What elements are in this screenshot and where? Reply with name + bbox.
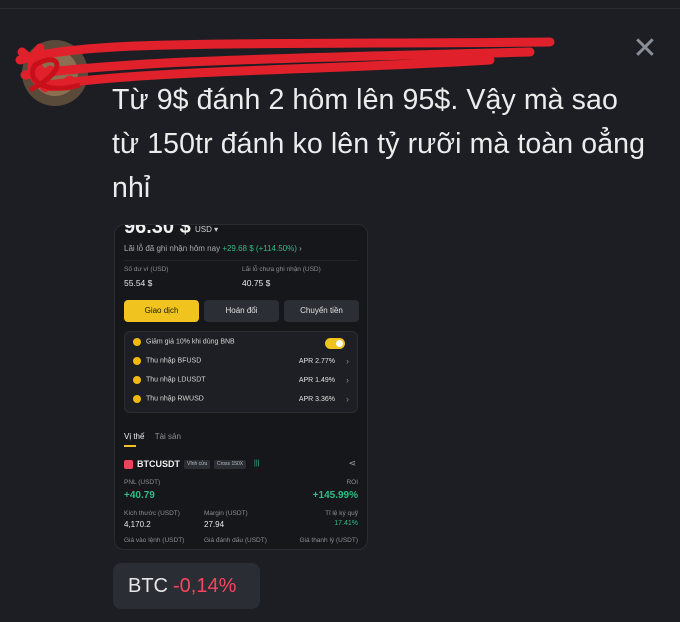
divider xyxy=(124,260,358,261)
bars-icon: ||| xyxy=(254,460,260,467)
margin-ratio-label: Tỉ lệ ký quỹ xyxy=(325,510,358,517)
roi-value: +145.99% xyxy=(312,490,358,501)
wallet-balance-value: 55.54 $ xyxy=(124,278,153,288)
trade-button[interactable]: Giao dịch xyxy=(124,300,199,322)
bnb-discount-toggle[interactable] xyxy=(325,338,345,349)
row-label: Giảm giá 10% khi dùng BNB xyxy=(146,338,235,346)
post-line-3: nhỉ xyxy=(112,172,151,204)
share-icon[interactable]: ⋖ xyxy=(348,458,356,469)
unrealized-pnl-value: 40.75 $ xyxy=(242,278,271,288)
apr-value: APR 3.36% xyxy=(298,396,335,403)
ldusdt-coin-icon xyxy=(133,376,141,384)
tab-assets[interactable]: Tài sản xyxy=(155,432,181,441)
position-header[interactable]: BTCUSDT Vĩnh cửu Cross 150X ||| ⋖ xyxy=(124,458,358,471)
row-label: Thu nhập LDUSDT xyxy=(146,376,206,384)
tab-underline xyxy=(124,445,136,447)
bnb-coin-icon xyxy=(133,338,141,346)
type-badge: Vĩnh cửu xyxy=(184,460,211,469)
chevron-right-icon: › xyxy=(346,356,349,366)
apr-value: APR 1.49% xyxy=(298,377,335,384)
position-tabs: Vị thế Tài sản xyxy=(124,432,181,441)
bfusd-coin-icon xyxy=(133,357,141,365)
post-line-2: từ 150tr đánh ko lên tỷ rưỡi mà toàn oẳn… xyxy=(112,128,646,160)
leverage-badge: Cross 150X xyxy=(214,460,247,469)
pnl-value: +40.79 xyxy=(124,490,155,501)
margin-value: 27.94 xyxy=(204,520,225,529)
ticker-change: -0,14% xyxy=(173,575,237,597)
ticker-chip[interactable]: BTC -0,14% xyxy=(113,563,260,609)
avatar[interactable] xyxy=(22,40,88,106)
post-text: Từ 9$ đánh 2 hôm lên 95$. Vậy mà sao từ … xyxy=(112,78,672,210)
size-value: 4,170.2 xyxy=(124,520,151,529)
pnl-today-label: Lãi lỗ đã ghi nhận hôm nay xyxy=(124,244,221,253)
pnl-today: Lãi lỗ đã ghi nhận hôm nay +29.68 $ (+11… xyxy=(124,244,302,253)
apr-value: APR 2.77% xyxy=(298,358,335,365)
ticker-symbol: BTC xyxy=(128,575,168,597)
wallet-balance-label: Số dư ví (USD) xyxy=(124,266,169,273)
list-item[interactable]: Thu nhập BFUSD APR 2.77% › xyxy=(133,356,351,371)
pnl-today-value: +29.68 $ (+114.50%) xyxy=(222,244,297,253)
currency-selector: USD ▾ xyxy=(195,225,219,234)
list-item[interactable]: Thu nhập LDUSDT APR 1.49% › xyxy=(133,375,351,390)
transfer-button[interactable]: Chuyển tiền xyxy=(284,300,359,322)
close-icon[interactable]: ✕ xyxy=(632,34,658,64)
chevron-right-icon: › xyxy=(346,394,349,404)
position-symbol: BTCUSDT xyxy=(137,459,180,469)
unrealized-pnl-label: Lãi lỗ chưa ghi nhận (USD) xyxy=(242,266,321,273)
entry-price-label: Giá vào lệnh (USDT) xyxy=(124,537,185,544)
margin-ratio-value: 17.41% xyxy=(334,520,358,527)
pnl-label: PNL (USDT) xyxy=(124,479,161,486)
attached-screenshot[interactable]: 96.30 $ USD ▾ Lãi lỗ đã ghi nhận hôm nay… xyxy=(114,224,368,550)
rwusd-coin-icon xyxy=(133,395,141,403)
mark-price-label: Giá đánh dấu (USDT) xyxy=(204,537,267,544)
roi-label: ROI xyxy=(346,479,358,486)
balance-value: 96.30 $ xyxy=(124,224,191,238)
post-line-1: Từ 9$ đánh 2 hôm lên 95$. Vậy mà sao xyxy=(112,84,618,116)
size-label: Kích thước (USDT) xyxy=(124,510,180,517)
tab-positions[interactable]: Vị thế xyxy=(124,432,144,441)
earn-card: Giảm giá 10% khi dùng BNB Thu nhập BFUSD… xyxy=(124,331,358,413)
row-label: Thu nhập RWUSD xyxy=(146,395,204,403)
chevron-right-icon: › xyxy=(346,375,349,385)
top-divider xyxy=(0,8,680,9)
liq-price-label: Giá thanh lý (USDT) xyxy=(299,537,358,544)
margin-label: Margin (USDT) xyxy=(204,510,248,517)
row-label: Thu nhập BFUSD xyxy=(146,357,202,365)
list-item[interactable]: Thu nhập RWUSD APR 3.36% › xyxy=(133,394,351,409)
chevron-right-icon: › xyxy=(299,244,302,253)
futures-icon xyxy=(124,460,133,469)
swap-button[interactable]: Hoán đổi xyxy=(204,300,279,322)
list-item[interactable]: Giảm giá 10% khi dùng BNB xyxy=(133,338,351,352)
